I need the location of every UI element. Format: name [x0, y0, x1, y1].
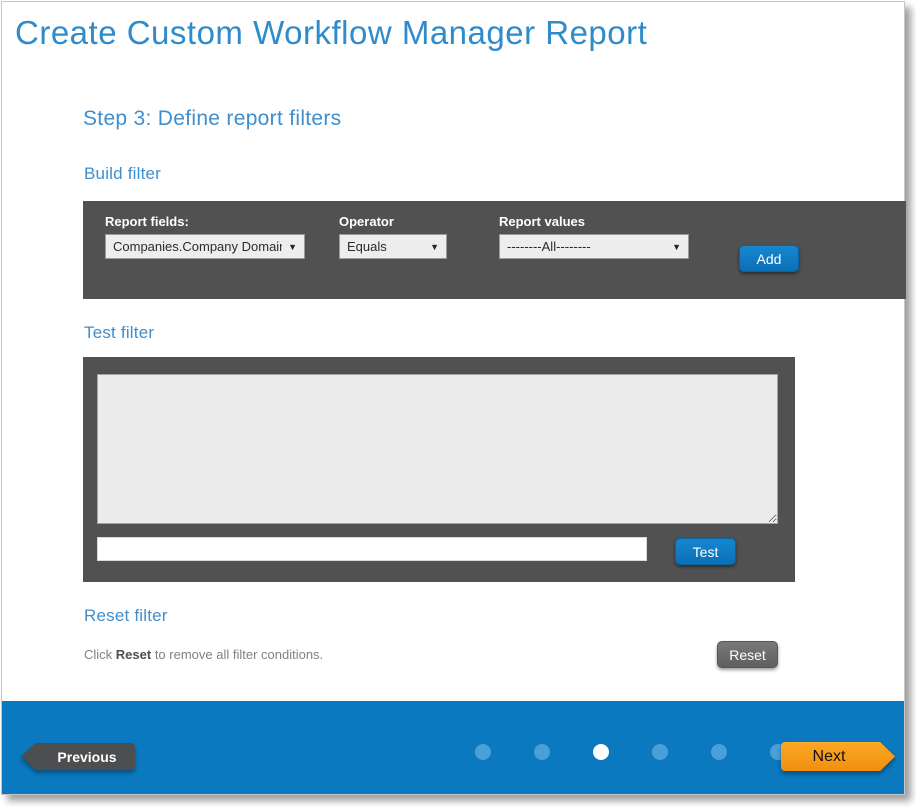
- step-dots: [475, 744, 786, 760]
- operator-selected-value: Equals: [347, 239, 424, 254]
- reset-filter-heading: Reset filter: [84, 606, 168, 626]
- wizard-nav-bar: Previous Next: [2, 701, 904, 794]
- step-heading: Step 3: Define report filters: [83, 107, 342, 131]
- test-button[interactable]: Test: [675, 538, 736, 565]
- step-dot-3: [593, 744, 609, 760]
- step-dot-4: [652, 744, 668, 760]
- report-fields-selected-value: Companies.Company Domain Na: [113, 239, 282, 254]
- test-filter-panel: Test: [83, 357, 795, 582]
- step-dot-2: [534, 744, 550, 760]
- page-title: Create Custom Workflow Manager Report: [15, 14, 647, 52]
- operator-label: Operator: [339, 214, 447, 229]
- previous-button[interactable]: Previous: [21, 743, 135, 770]
- reset-instruction-bold: Reset: [116, 647, 151, 662]
- operator-select[interactable]: Equals ▼: [339, 234, 447, 259]
- previous-button-wrap: Previous: [21, 743, 135, 770]
- reset-button[interactable]: Reset: [717, 641, 778, 668]
- report-fields-select[interactable]: Companies.Company Domain Na ▼: [105, 234, 305, 259]
- operator-field: Operator Equals ▼: [339, 214, 447, 259]
- reset-instruction-suffix: to remove all filter conditions.: [151, 647, 323, 662]
- add-button[interactable]: Add: [739, 245, 799, 272]
- test-result-textarea[interactable]: [97, 374, 778, 524]
- step-dot-5: [711, 744, 727, 760]
- report-fields-label: Report fields:: [105, 214, 305, 229]
- reset-instruction-prefix: Click: [84, 647, 116, 662]
- test-filter-heading: Test filter: [84, 323, 154, 343]
- chevron-down-icon: ▼: [672, 242, 681, 252]
- wizard-page: Create Custom Workflow Manager Report St…: [1, 1, 905, 795]
- test-value-input[interactable]: [97, 537, 647, 561]
- next-button[interactable]: Next: [781, 742, 895, 771]
- build-filter-heading: Build filter: [84, 164, 161, 184]
- step-dot-1: [475, 744, 491, 760]
- chevron-down-icon: ▼: [288, 242, 297, 252]
- next-button-wrap: Next: [781, 742, 895, 771]
- report-values-label: Report values: [499, 214, 689, 229]
- report-values-selected-value: --------All--------: [507, 239, 666, 254]
- report-fields-field: Report fields: Companies.Company Domain …: [105, 214, 305, 259]
- report-values-select[interactable]: --------All-------- ▼: [499, 234, 689, 259]
- report-values-field: Report values --------All-------- ▼: [499, 214, 689, 259]
- chevron-down-icon: ▼: [430, 242, 439, 252]
- build-filter-panel: Report fields: Companies.Company Domain …: [83, 201, 906, 299]
- reset-instruction: Click Reset to remove all filter conditi…: [84, 647, 323, 662]
